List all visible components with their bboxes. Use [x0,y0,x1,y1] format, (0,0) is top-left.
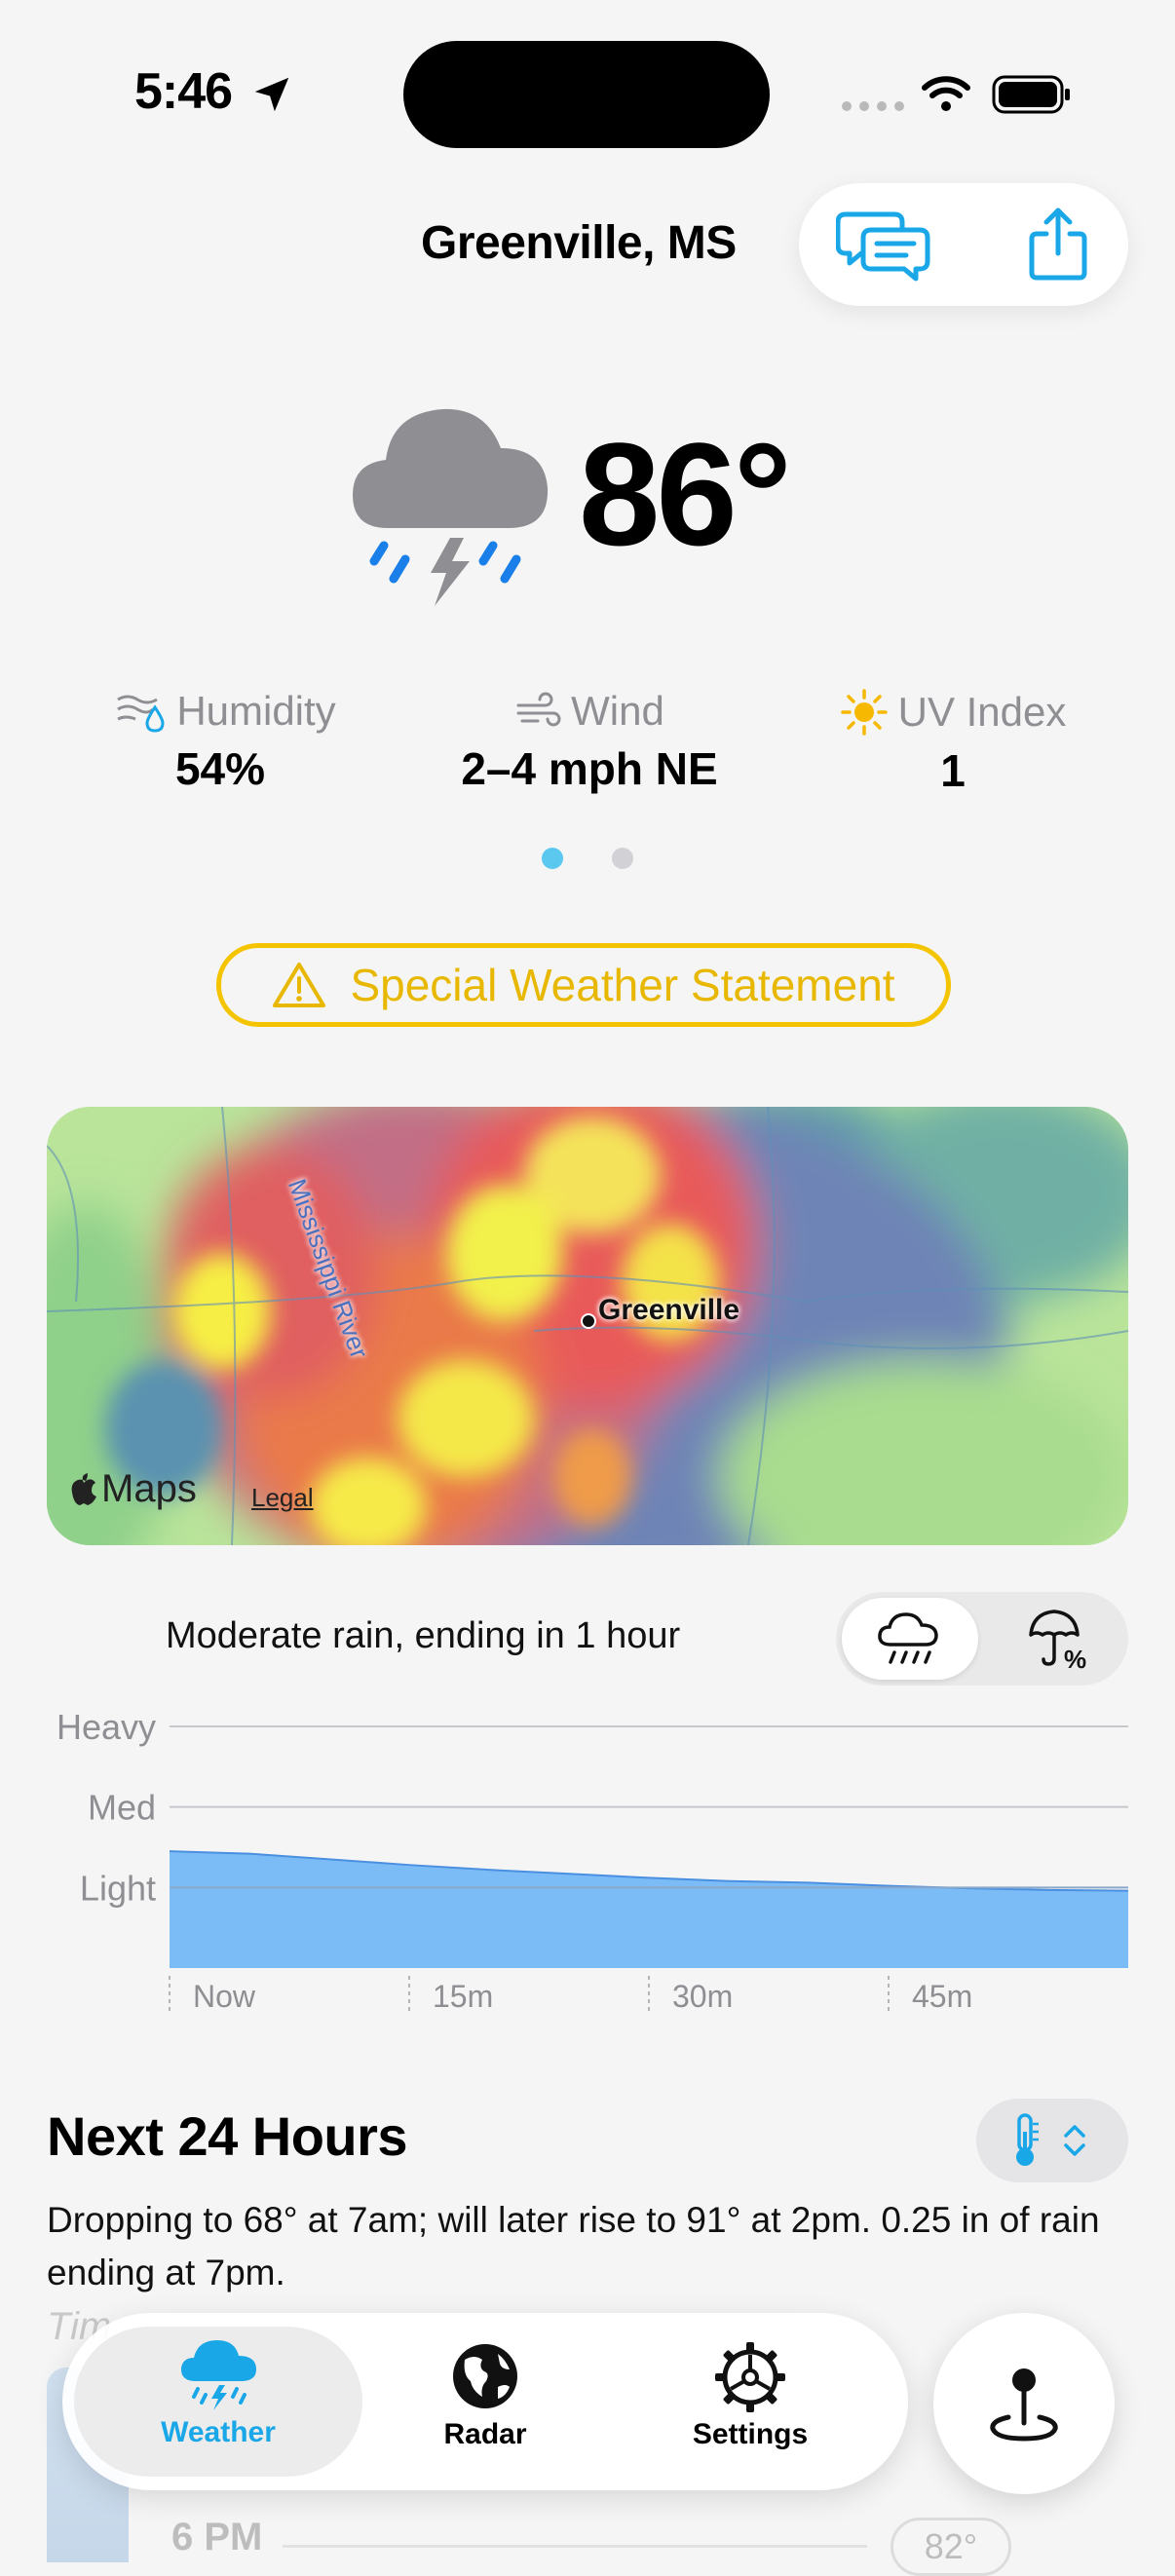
thermometer-icon [1016,2113,1039,2166]
tab-label: Weather [161,2416,276,2448]
legal-link[interactable]: Legal [251,1483,314,1513]
cloud-bolt-rain-icon [180,2340,256,2410]
precip-mode-toggle[interactable]: % [836,1592,1128,1686]
umbrella-percent-icon[interactable]: % [1027,1608,1087,1672]
x-tick-label: 15m [433,1979,493,2014]
tab-label: Radar [443,2418,527,2450]
metric-label: UV Index [897,689,1067,735]
alert-label: Special Weather Statement [350,960,895,1010]
x-tick-label: Now [193,1979,256,2014]
metric-label: Wind [571,688,664,734]
warning-triangle-icon [273,963,326,1007]
dynamic-island [403,41,770,148]
gear-icon [715,2342,785,2412]
metric-value: 54% [174,743,266,794]
metric-uv-index[interactable]: UV Index 1 [826,688,1080,797]
humidity-icon [117,695,165,733]
metric-humidity[interactable]: Humidity 54% [103,688,347,795]
svg-text:%: % [1064,1645,1086,1672]
tab-weather[interactable]: Weather [111,2336,325,2449]
cellular-signal-icon [842,101,904,111]
location-pin-button[interactable] [933,2313,1115,2494]
pager-dot-active[interactable] [542,848,563,869]
thunderstorm-icon [353,408,549,606]
y-level-label: Light [80,1868,156,1908]
location-arrow-icon [254,77,289,112]
status-time: 5:46 [134,63,233,120]
precip-chart: Light Med Heavy Now 15m 30m 45m [57,1707,1129,2014]
location-title[interactable]: Greenville, MS [421,216,737,270]
map-pin-icon [990,2368,1058,2442]
hour-temp-pill: 82° [891,2518,1011,2576]
metric-label: Humidity [176,688,336,734]
tab-radar[interactable]: Radar [378,2340,592,2451]
tab-label: Settings [692,2418,809,2450]
sun-icon [840,689,888,736]
current-temperature: 86° [579,412,792,576]
apple-maps-logo: Maps [70,1467,197,1511]
y-level-label: Med [88,1788,156,1828]
share-icon[interactable] [1027,205,1089,283]
chevron-up-down-icon [1064,2125,1085,2156]
metric-wind[interactable]: Wind 2–4 mph NE [429,688,750,795]
hour-label: 6 PM [171,2516,263,2558]
radar-map[interactable]: Mississippi River Greenville Maps Legal [47,1107,1128,1545]
tab-settings[interactable]: Settings [643,2340,857,2451]
precip-summary: Moderate rain, ending in 1 hour [166,1615,681,1656]
city-marker [581,1313,596,1329]
metric-value: 2–4 mph NE [461,743,718,794]
precip-area [170,1851,1128,1968]
next-24-title: Next 24 Hours [47,2105,408,2167]
x-tick-label: 30m [672,1979,733,2014]
apple-logo-icon [71,1472,96,1505]
maps-brand: Maps [101,1467,197,1510]
hourly-metric-selector[interactable] [976,2099,1128,2182]
header-actions [799,183,1128,306]
pager-dot[interactable] [612,848,633,869]
metric-value: 1 [940,745,966,796]
globe-icon [453,2344,517,2408]
x-tick-label: 45m [912,1979,972,2014]
wifi-icon [922,76,970,111]
hour-divider [283,2545,867,2548]
battery-icon [992,75,1070,114]
cloud-rain-icon[interactable] [877,1610,939,1670]
special-weather-statement-button[interactable]: Special Weather Statement [216,943,951,1027]
next-24-summary: Dropping to 68° at 7am; will later rise … [47,2200,1100,2292]
y-level-label: Heavy [57,1707,156,1747]
city-label: Greenville [598,1294,740,1326]
chat-bubbles-icon[interactable] [836,207,933,284]
wind-icon [516,692,561,727]
